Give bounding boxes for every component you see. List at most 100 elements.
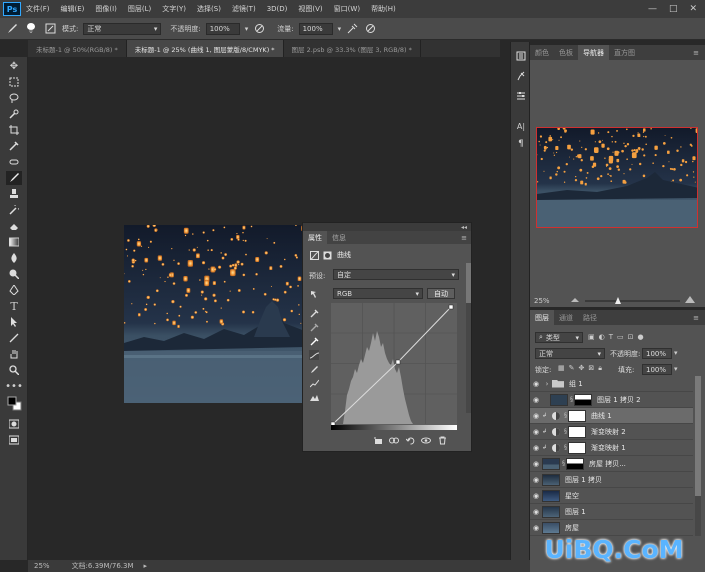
scrollbar-thumb[interactable] [466,263,471,303]
lasso-tool-icon[interactable] [6,91,22,105]
smooth-curve-icon[interactable] [309,378,319,388]
brush-panel-icon[interactable] [44,23,56,35]
properties-scrollbar[interactable] [466,263,471,413]
layer-row[interactable]: ◉ 图层 1 拷贝 [530,472,693,488]
tab-info[interactable]: 信息 [327,231,351,244]
curve-edit-icon[interactable] [309,350,319,360]
visibility-eye-icon[interactable]: ◉ [530,428,542,436]
zoom-slider-thumb[interactable] [615,297,621,304]
menu-window[interactable]: 窗口(W) [334,4,360,14]
chevron-down-icon[interactable]: ▾ [245,25,249,33]
tab-swatches[interactable]: 色板 [554,45,578,60]
close-button[interactable]: ✕ [689,4,697,14]
menu-view[interactable]: 视图(V) [298,4,322,14]
line-tool-icon[interactable] [6,331,22,345]
history-panel-icon[interactable] [514,50,528,62]
panel-menu-icon[interactable]: ≡ [693,314,699,322]
pressure-size-icon[interactable] [364,23,376,35]
menu-select[interactable]: 选择(S) [197,4,221,14]
pressure-opacity-icon[interactable] [253,23,265,35]
eyedropper-black-icon[interactable] [309,308,319,318]
hand-tool-icon[interactable] [6,347,22,361]
filter-smart-object-icon[interactable]: ⊡ [628,333,634,341]
filter-toggle-icon[interactable]: ● [638,333,644,341]
chevron-right-icon[interactable]: › [542,380,552,388]
airbrush-icon[interactable] [346,23,358,35]
layer-filter-select[interactable]: ⌕ 类型 ▾ [535,332,583,343]
type-tool-icon[interactable]: T [6,299,22,313]
pen-tool-icon[interactable] [6,283,22,297]
chevron-right-icon[interactable]: ▸ [144,562,148,570]
lock-artboard-icon[interactable]: ⊠ [588,364,594,373]
preset-select[interactable]: 自定 ▾ [333,269,459,280]
path-selection-tool-icon[interactable] [6,315,22,329]
panel-menu-icon[interactable]: ≡ [461,234,467,242]
opacity-input[interactable]: 100% [205,22,240,35]
tab-histogram[interactable]: 直方图 [609,45,640,60]
document-canvas-image[interactable] [124,225,305,403]
eyedropper-gray-icon[interactable] [309,322,319,332]
brush-tool-icon[interactable] [6,171,22,185]
menu-image[interactable]: 图像(I) [95,4,117,14]
lock-all-icon[interactable]: 🔒︎ [598,364,602,373]
move-tool-icon[interactable]: ✥ [6,59,22,73]
tab-color[interactable]: 颜色 [530,45,554,60]
status-zoom[interactable]: 25% [34,562,50,570]
menu-help[interactable]: 帮助(H) [371,4,396,14]
tab-layers[interactable]: 图层 [530,310,554,325]
view-previous-icon[interactable] [389,435,399,445]
eyedropper-tool-icon[interactable] [6,139,22,153]
tab-document-2[interactable]: 未标题-1 @ 25% (曲线 1, 图层蒙版/8/CMYK) * [126,40,284,57]
lock-image-icon[interactable]: ✎ [569,364,575,373]
menu-type[interactable]: 文字(Y) [162,4,186,14]
quick-mask-icon[interactable] [6,417,22,431]
visibility-eye-icon[interactable]: ◉ [530,508,542,516]
fill-input[interactable]: 100% [642,364,672,375]
layer-row-group-1[interactable]: ◉ › 组 1 [530,376,693,392]
menu-3d[interactable]: 3D(D) [267,5,288,13]
mode-select[interactable]: 正常 ▾ [83,22,162,35]
collapse-icon[interactable]: ◂◂ [461,224,467,231]
blur-tool-icon[interactable] [6,251,22,265]
visibility-eye-icon[interactable]: ◉ [530,444,542,452]
tab-channels[interactable]: 通道 [554,310,578,325]
tab-properties[interactable]: 属性 [303,231,327,244]
layer-mask-icon[interactable] [322,250,332,260]
eyedropper-white-icon[interactable] [309,336,319,346]
layer-row[interactable]: ◉ ↲ § 渐变映射 2 [530,424,693,440]
zoom-tool-icon[interactable] [6,363,22,377]
visibility-eye-icon[interactable]: ◉ [530,460,542,468]
clip-to-layer-icon[interactable] [373,435,383,445]
filter-pixel-icon[interactable]: ▣ [588,333,595,341]
clipping-warning-icon[interactable] [309,392,319,402]
navigator-zoom-value[interactable]: 25% [534,297,550,305]
quick-selection-tool-icon[interactable] [6,107,22,121]
minimize-button[interactable]: — [648,4,657,14]
layer-opacity-input[interactable]: 100% [642,348,672,359]
eraser-tool-icon[interactable] [6,219,22,233]
layer-row[interactable]: ◉ 图层 1 [530,504,693,520]
tab-navigator[interactable]: 导航器 [578,45,609,60]
visibility-eye-icon[interactable]: ◉ [530,396,542,404]
more-tools-icon[interactable]: ••• [5,379,23,393]
delete-trash-icon[interactable] [437,435,447,445]
brush-preset-picker[interactable]: 0 [24,22,38,35]
panel-menu-icon[interactable]: ≡ [693,49,699,57]
lock-transparent-icon[interactable]: ▦ [558,364,565,373]
scrollbar-thumb[interactable] [695,376,701,496]
filter-shape-icon[interactable]: ▭ [617,333,624,341]
channel-select[interactable]: RGB ▾ [333,288,423,299]
layers-scrollbar[interactable] [695,376,701,536]
reset-icon[interactable] [405,435,415,445]
tab-paths[interactable]: 路径 [578,310,602,325]
brush-tool-icon[interactable] [6,23,18,35]
gradient-tool-icon[interactable] [6,235,22,249]
clone-stamp-tool-icon[interactable] [6,187,22,201]
tab-document-3[interactable]: 图层 2.psb @ 33.3% (图层 3, RGB/8) * [284,40,421,57]
layer-row[interactable]: ◉ 星空 [530,488,693,504]
menu-edit[interactable]: 编辑(E) [61,4,85,14]
blend-mode-select[interactable]: 正常 ▾ [535,348,605,359]
status-document-size[interactable]: 文档:6.39M/76.3M [72,561,134,571]
target-adjust-icon[interactable] [309,289,319,299]
auto-button[interactable]: 自动 [427,288,455,299]
